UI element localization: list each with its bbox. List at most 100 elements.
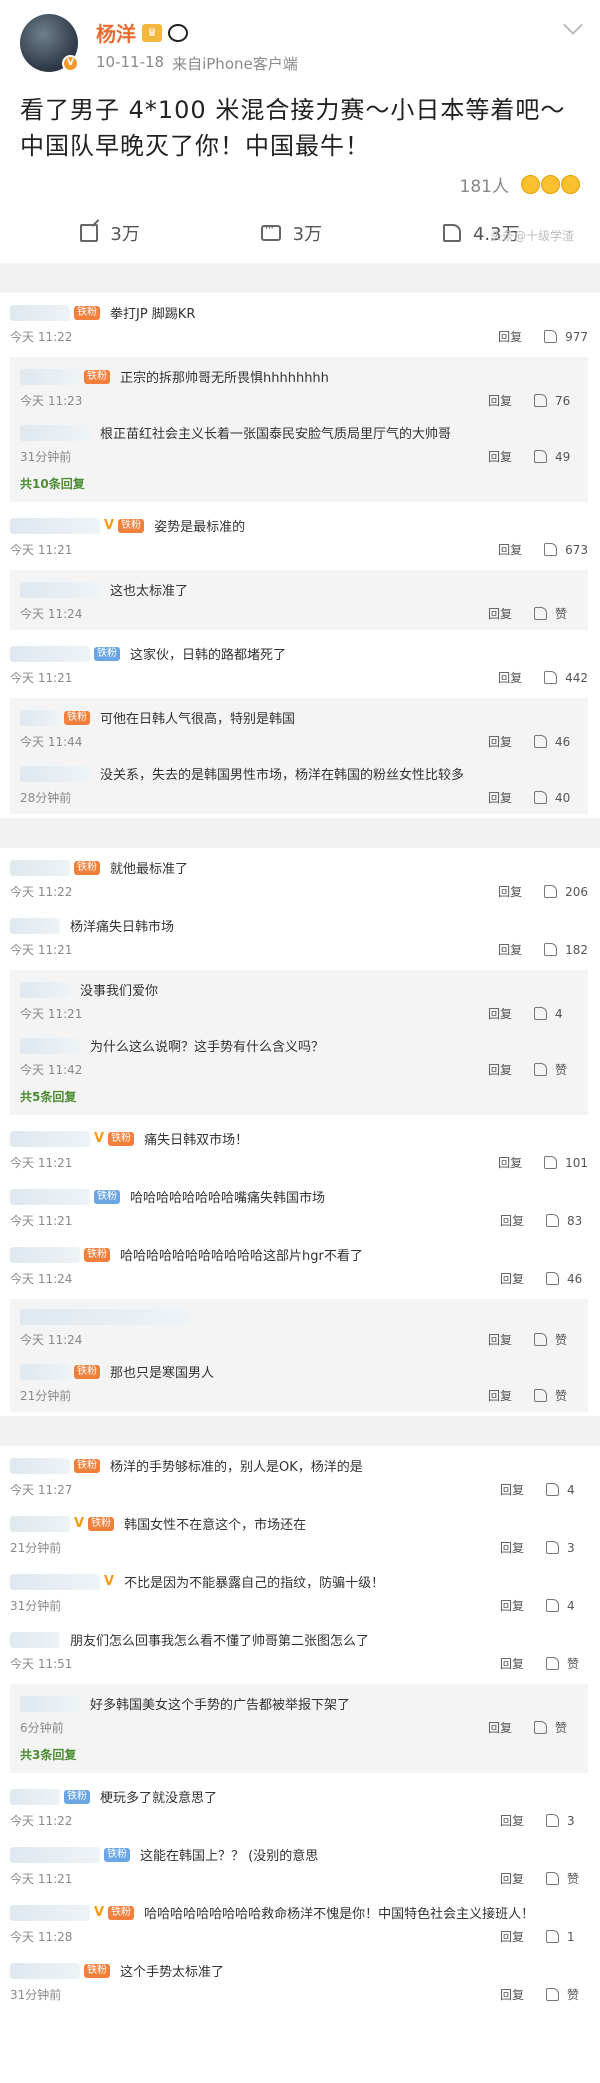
commenter-name-blurred[interactable] — [10, 917, 60, 934]
commenter-name-blurred[interactable] — [10, 1515, 70, 1532]
reply-button[interactable]: 回复 — [500, 1597, 524, 1614]
commenter-name-blurred[interactable] — [20, 581, 100, 598]
comment-like-button[interactable]: 977 — [544, 330, 588, 344]
reply-button[interactable]: 回复 — [488, 1005, 512, 1022]
commenter-name-blurred[interactable] — [10, 1188, 90, 1205]
reply-button[interactable]: 回复 — [500, 1986, 524, 2003]
commenter-name-blurred[interactable] — [20, 709, 60, 726]
chevron-down-icon[interactable] — [563, 15, 583, 35]
comment-body: 铁粉 哈哈哈哈哈哈哈哈嘴痛失韩国市场 — [0, 1187, 600, 1206]
author-name-row[interactable]: 杨洋 ♛ — [96, 18, 298, 47]
comment-like-button[interactable]: 赞 — [534, 605, 576, 622]
reply-button[interactable]: 回复 — [488, 789, 512, 806]
comment-like-button[interactable]: 4 — [546, 1599, 588, 1613]
commenter-name-blurred[interactable] — [10, 645, 90, 662]
commenter-name-blurred[interactable] — [10, 304, 70, 321]
comment-like-button[interactable]: 赞 — [546, 1870, 588, 1887]
reply-button[interactable]: 回复 — [488, 605, 512, 622]
author-name[interactable]: 杨洋 — [96, 18, 136, 47]
fan-badge: 铁粉 — [64, 710, 90, 725]
commenter-name-blurred[interactable] — [10, 1962, 80, 1979]
reply-button[interactable]: 回复 — [500, 1270, 524, 1287]
comment-like-button[interactable]: 赞 — [534, 1331, 576, 1348]
comment-like-button[interactable]: 赞 — [534, 1387, 576, 1404]
reply-button[interactable]: 回复 — [498, 1154, 522, 1171]
reply-button[interactable]: 回复 — [488, 1061, 512, 1078]
comment-like-button[interactable]: 76 — [534, 394, 576, 408]
commenter-name-blurred[interactable] — [10, 517, 100, 534]
reply-button[interactable]: 回复 — [488, 448, 512, 465]
reply-button[interactable]: 回复 — [498, 883, 522, 900]
commenter-name-blurred[interactable] — [10, 1457, 70, 1474]
reply-button[interactable]: 回复 — [488, 392, 512, 409]
reply-button[interactable]: 回复 — [488, 733, 512, 750]
commenter-name-blurred[interactable] — [20, 1309, 190, 1325]
commenter-name-blurred[interactable] — [20, 1037, 80, 1054]
share-button[interactable]: 3万 — [80, 220, 140, 246]
commenter-name-blurred[interactable] — [20, 1363, 70, 1380]
reply-button[interactable]: 回复 — [498, 328, 522, 345]
comment-like-button[interactable]: 101 — [544, 1156, 588, 1170]
reply-button[interactable]: 回复 — [498, 941, 522, 958]
comment-like-button[interactable]: 442 — [544, 671, 588, 685]
commenter-name-blurred[interactable] — [10, 1631, 60, 1648]
commenter-name-blurred[interactable] — [20, 424, 90, 441]
more-replies-link[interactable]: 共10条回复 — [10, 471, 588, 500]
reply-button[interactable]: 回复 — [498, 541, 522, 558]
comment-like-button[interactable]: 206 — [544, 885, 588, 899]
reply-button[interactable]: 回复 — [500, 1212, 524, 1229]
reply-button[interactable]: 回复 — [488, 1719, 512, 1736]
comment-like-button[interactable]: 赞 — [534, 1061, 576, 1078]
comment-like-button[interactable]: 赞 — [546, 1986, 588, 2003]
comment-footer: 今天 11:22 回复 977 — [0, 322, 600, 345]
comment-like-button[interactable]: 赞 — [534, 1719, 576, 1736]
thumbs-up-icon — [546, 1599, 559, 1612]
comment-footer: 今天 11:21 回复 182 — [0, 935, 600, 958]
comment-like-button[interactable]: 83 — [546, 1214, 588, 1228]
commenter-name-blurred[interactable] — [10, 1246, 80, 1263]
commenter-name-blurred[interactable] — [20, 368, 80, 385]
avatar[interactable]: V — [20, 14, 79, 72]
thumbs-up-icon — [544, 943, 558, 956]
reply-button[interactable]: 回复 — [488, 1387, 512, 1404]
reply-button[interactable]: 回复 — [500, 1928, 524, 1945]
commenter-name-blurred[interactable] — [10, 859, 70, 876]
reply-button[interactable]: 回复 — [500, 1812, 524, 1829]
comment-like-button[interactable]: 182 — [544, 943, 588, 957]
comment-like-button[interactable]: 3 — [546, 1541, 588, 1555]
more-replies-link[interactable]: 共5条回复 — [10, 1084, 588, 1113]
reaction-summary[interactable]: 181人 — [20, 172, 580, 197]
comment-like-button[interactable]: 49 — [534, 450, 576, 464]
commenter-name-blurred[interactable] — [10, 1788, 60, 1805]
comment-like-button[interactable]: 1 — [546, 1930, 588, 1944]
commenter-name-blurred[interactable] — [20, 1695, 80, 1712]
reply-button[interactable]: 回复 — [500, 1481, 524, 1498]
comment-like-button[interactable]: 4 — [546, 1483, 588, 1497]
comment-like-button[interactable]: 46 — [534, 735, 576, 749]
comment-like-count: 1 — [567, 1929, 575, 1944]
reply-button[interactable]: 回复 — [500, 1655, 524, 1672]
commenter-name-blurred[interactable] — [10, 1904, 90, 1921]
thumbs-up-icon — [534, 1389, 547, 1402]
reply-button[interactable]: 回复 — [488, 1331, 512, 1348]
comment-like-button[interactable]: 673 — [544, 543, 588, 557]
commenter-name-blurred[interactable] — [10, 1846, 100, 1863]
comment-like-button[interactable]: 4 — [534, 1007, 576, 1021]
comment-button[interactable]: 3万 — [260, 220, 322, 246]
comment-like-button[interactable]: 46 — [546, 1272, 588, 1286]
comment-like-button[interactable]: 40 — [534, 791, 576, 805]
thumbs-up-icon — [534, 607, 547, 620]
reply-button[interactable]: 回复 — [500, 1870, 524, 1887]
fan-badge: 铁粉 — [84, 1963, 110, 1978]
reply-button[interactable]: 回复 — [500, 1539, 524, 1556]
commenter-name-blurred[interactable] — [10, 1130, 90, 1147]
comment-time: 今天 11:44 — [20, 735, 83, 749]
more-replies-link[interactable]: 共3条回复 — [10, 1742, 588, 1771]
comment-icon — [260, 221, 281, 241]
commenter-name-blurred[interactable] — [20, 765, 90, 782]
comment-like-button[interactable]: 3 — [546, 1814, 588, 1828]
commenter-name-blurred[interactable] — [10, 1573, 100, 1590]
commenter-name-blurred[interactable] — [20, 981, 70, 998]
comment-like-button[interactable]: 赞 — [546, 1655, 588, 1672]
reply-button[interactable]: 回复 — [498, 669, 522, 686]
